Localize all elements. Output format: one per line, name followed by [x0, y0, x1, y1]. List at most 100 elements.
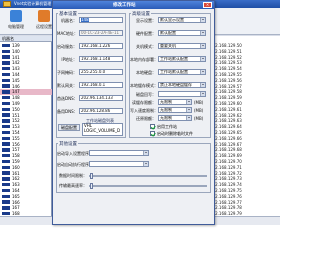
ip-list-item[interactable]: 192.168.129.68 — [208, 147, 280, 152]
ip-list-item[interactable]: 192.168.129.61 — [208, 107, 280, 112]
local-memory-select[interactable]: 工作站默认配置 — [158, 56, 206, 62]
ip-list-item[interactable]: 192.168.129.67 — [208, 142, 280, 147]
list-item[interactable]: 142 — [0, 60, 52, 65]
hardware-select[interactable]: 默认配置 — [158, 30, 206, 36]
list-item[interactable]: 162 — [0, 176, 52, 181]
list-item[interactable]: 154 — [0, 130, 52, 135]
time-limit-slider[interactable] — [89, 175, 207, 177]
read-cache-select[interactable]: 无限制 — [158, 99, 192, 105]
list-item[interactable]: 163 — [0, 182, 52, 187]
list-item[interactable]: 160 — [0, 165, 52, 170]
ip-list-item[interactable]: 192.168.129.64 — [208, 124, 280, 129]
subnet-input[interactable]: 255.255.0.0 — [79, 69, 123, 75]
ip-list-item[interactable]: 192.168.129.56 — [208, 78, 280, 83]
ip-list-item[interactable]: 192.168.129.60 — [208, 101, 280, 106]
computer-manage-button[interactable]: 电脑管理 — [2, 10, 30, 34]
list-item[interactable]: 164 — [0, 188, 52, 193]
write-cache-select[interactable]: 无限制 — [158, 107, 192, 113]
list-item[interactable]: 151 — [0, 113, 52, 118]
ip-list-item[interactable]: 192.168.129.66 — [208, 136, 280, 141]
list-item[interactable]: 140 — [0, 49, 52, 54]
list-item[interactable]: 159 — [0, 159, 52, 164]
ip-list-item[interactable]: 192.168.129.65 — [208, 130, 280, 135]
restore-select[interactable]: 无限制 — [158, 115, 192, 121]
ip-list-item[interactable]: 192.168.129.58 — [208, 89, 280, 94]
ip-list-item[interactable]: 192.168.129.74 — [208, 182, 280, 187]
ip-list-item[interactable]: 192.168.129.55 — [208, 72, 280, 77]
machine-list[interactable]: 机器名 139 140 141 142 143 144 145 146 147 148 149 150… — [0, 36, 52, 216]
dns2-input[interactable]: 202.96.128.86 — [79, 108, 123, 114]
list-item[interactable]: 167 — [0, 205, 52, 210]
ip-list[interactable]: 192.168.129.50 192.168.129.51 192.168.129.… — [208, 36, 280, 216]
enable-workstation-checkbox[interactable] — [150, 124, 155, 129]
ip-list-item[interactable]: 192.168.129.73 — [208, 176, 280, 181]
list-item[interactable]: 143 — [0, 66, 52, 71]
mac-input[interactable]: 00-1C-23-2A-4E-11 — [79, 30, 123, 36]
chevron-down-icon[interactable] — [200, 18, 205, 22]
ip-input[interactable]: 192.168.1.148 — [79, 56, 123, 62]
list-item[interactable]: 147 — [0, 89, 52, 95]
close-button[interactable]: × — [203, 2, 212, 8]
boot-import-select[interactable] — [89, 150, 149, 156]
ip-list-item[interactable]: 192.168.129.71 — [208, 165, 280, 170]
ip-list-item[interactable]: 192.168.129.57 — [208, 84, 280, 89]
list-item[interactable]: 149 — [0, 101, 52, 106]
shutdown-select[interactable]: 重要关机 — [158, 43, 206, 49]
delete-temp-checkbox[interactable] — [150, 131, 155, 136]
chevron-down-icon[interactable] — [143, 151, 148, 155]
time-limit-slider-thumb[interactable] — [90, 173, 93, 179]
ip-list-item[interactable]: 192.168.129.75 — [208, 188, 280, 193]
list-item[interactable]: 165 — [0, 194, 52, 199]
auto-exec-select[interactable] — [89, 161, 149, 167]
ip-list-item[interactable]: 192.168.129.77 — [208, 200, 280, 205]
list-item[interactable]: 155 — [0, 136, 52, 141]
disk-item[interactable]: LOGIC_VOLUME_D — [83, 128, 122, 134]
list-item[interactable]: 144 — [0, 72, 52, 77]
display-select[interactable]: 默认显示设置 — [158, 17, 206, 23]
chevron-down-icon[interactable] — [200, 44, 205, 48]
dns-input[interactable]: 202.96.134.133 — [79, 95, 123, 101]
list-item[interactable]: 150 — [0, 107, 52, 112]
disk-listbox[interactable]: VHL LOGIC_VOLUME_D — [82, 123, 123, 136]
ip-list-item[interactable]: 192.168.129.78 — [208, 205, 280, 210]
list-item[interactable]: 152 — [0, 118, 52, 123]
column-header-machine[interactable]: 机器名 — [0, 36, 52, 42]
chevron-down-icon[interactable] — [200, 92, 205, 96]
list-item[interactable]: 148 — [0, 95, 52, 100]
transfer-rate-slider[interactable] — [89, 185, 207, 187]
ip-list-item[interactable]: 192.168.129.70 — [208, 159, 280, 164]
boot-server-input[interactable]: 192.168.1.226 — [79, 43, 123, 49]
chevron-down-icon[interactable] — [200, 83, 205, 87]
ip-list-item[interactable]: 192.168.129.50 — [208, 43, 280, 48]
ip-list-item[interactable]: 192.168.129.53 — [208, 60, 280, 65]
disk-config-button[interactable]: 磁盘配置 — [58, 124, 80, 131]
ip-list-item[interactable]: 192.168.129.62 — [208, 113, 280, 118]
chevron-down-icon[interactable] — [143, 162, 148, 166]
list-item[interactable]: 158 — [0, 153, 52, 158]
list-item[interactable]: 139 — [0, 43, 52, 48]
ip-list-item[interactable]: 192.168.129.54 — [208, 66, 280, 71]
writeback-select[interactable] — [158, 91, 206, 97]
chevron-down-icon[interactable] — [186, 108, 191, 112]
gateway-input[interactable]: 192.168.0.1 — [79, 82, 123, 88]
ip-list-item[interactable]: 192.168.129.63 — [208, 118, 280, 123]
chevron-down-icon[interactable] — [200, 70, 205, 74]
machine-name-input[interactable]: 148 — [79, 17, 123, 23]
ip-list-item[interactable]: 192.168.129.59 — [208, 95, 280, 100]
list-item[interactable]: 145 — [0, 78, 52, 83]
list-item[interactable]: 161 — [0, 171, 52, 176]
list-item[interactable]: 166 — [0, 200, 52, 205]
list-item[interactable]: 156 — [0, 142, 52, 147]
list-item[interactable]: 157 — [0, 147, 52, 152]
list-item[interactable]: 146 — [0, 84, 52, 89]
ip-list-item[interactable]: 192.168.129.76 — [208, 194, 280, 199]
list-item[interactable]: 141 — [0, 55, 52, 60]
list-item[interactable]: 153 — [0, 124, 52, 129]
transfer-rate-slider-thumb[interactable] — [90, 183, 93, 189]
chevron-down-icon[interactable] — [186, 100, 191, 104]
ip-list-item[interactable]: 192.168.129.51 — [208, 49, 280, 54]
ip-list-item[interactable]: 192.168.129.69 — [208, 153, 280, 158]
local-disk-select[interactable]: 工作站默认配置 — [158, 69, 206, 75]
ip-list-item[interactable]: 192.168.129.72 — [208, 171, 280, 176]
chevron-down-icon[interactable] — [200, 31, 205, 35]
